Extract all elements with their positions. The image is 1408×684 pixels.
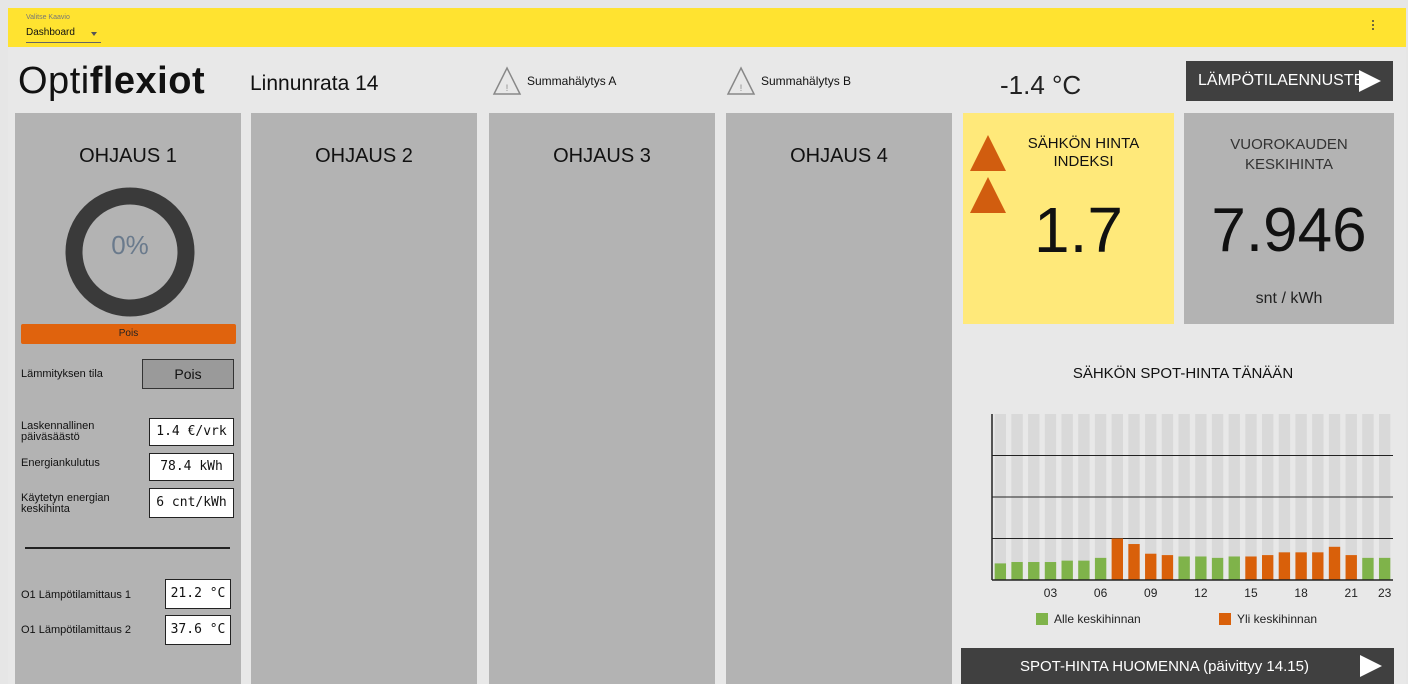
chart-bar	[1028, 562, 1040, 580]
heating-mode-label: Lämmityksen tila	[21, 368, 103, 380]
energy-value: 78.4 kWh	[149, 453, 234, 481]
legend-above-label: Yli keskihinnan	[1237, 612, 1318, 626]
price-index-tile: SÄHKÖN HINTA INDEKSI 1.7	[963, 113, 1174, 324]
chart-tick-label: 12	[1194, 586, 1208, 600]
daily-average-title: VUOROKAUDEN KESKIHINTA	[1230, 136, 1348, 173]
control-panel-4: OHJAUS 4	[726, 113, 952, 684]
daily-average-tile: VUOROKAUDEN KESKIHINTA 7.946 snt / kWh	[1184, 113, 1394, 324]
site-address: Linnunrata 14	[250, 72, 379, 95]
temperature-forecast-button[interactable]: LÄMPÖTILAENNUSTE	[1186, 61, 1393, 101]
heating-mode-button[interactable]: Pois	[142, 359, 234, 389]
chart-tick-label: 18	[1294, 586, 1308, 600]
legend-above-swatch	[1219, 613, 1231, 625]
chart-title: SÄHKÖN SPOT-HINTA TÄNÄÄN	[1072, 365, 1294, 382]
power-gauge: 0%	[65, 187, 195, 317]
chart-tick-label: 21	[1345, 586, 1359, 600]
chart-bar	[1145, 553, 1157, 580]
alarm-b-label: Summahälytys B	[761, 74, 852, 88]
chart-tick-label: 06	[1094, 586, 1108, 600]
control-title: OHJAUS 2	[315, 145, 413, 167]
temp-sensor-2-label: O1 Lämpötilamittaus 2	[21, 624, 132, 636]
divider	[25, 547, 230, 549]
chart-bar	[1228, 556, 1240, 580]
more-menu-icon[interactable]	[1370, 20, 1376, 34]
chart-bar	[1044, 562, 1057, 580]
play-arrow-icon	[1359, 70, 1381, 92]
chart-bar	[1078, 560, 1090, 580]
chart-bar	[1011, 562, 1023, 580]
svg-text:!: !	[740, 83, 743, 93]
chart-bar	[1328, 546, 1341, 580]
avg-energy-price-value: 6 cnt/kWh	[149, 488, 234, 518]
control-panel-2: OHJAUS 2	[251, 113, 477, 684]
price-index-title: SÄHKÖN HINTA INDEKSI	[1027, 135, 1140, 170]
chart-tick-label: 15	[1244, 586, 1258, 600]
chart-bar	[1245, 556, 1257, 580]
chart-bar	[994, 563, 1007, 580]
control-title: OHJAUS 3	[553, 145, 651, 167]
legend-below-label: Alle keskihinnan	[1054, 612, 1141, 626]
play-arrow-icon	[1360, 655, 1382, 677]
chart-bar	[1312, 552, 1324, 580]
chart-selector-dropdown[interactable]: Dashboard	[26, 26, 101, 43]
chart-bar	[1378, 557, 1391, 580]
gauge-value: 0%	[111, 230, 149, 260]
alarm-a: ! Summahälytys A	[492, 66, 616, 96]
legend-below-swatch	[1036, 613, 1048, 625]
chart-bar	[1295, 552, 1307, 580]
spot-button-label: SPOT-HINTA HUOMENNA (päivittyy 14.15)	[1020, 657, 1309, 675]
chart-bar	[1211, 557, 1224, 580]
energy-label: Energiankulutus	[21, 457, 100, 469]
chart-bar	[1195, 556, 1207, 580]
control-title: OHJAUS 4	[790, 145, 888, 167]
spot-price-chart: 03 06 09 12 15 18 21 23	[991, 414, 1393, 600]
chart-tick-label: 09	[1144, 586, 1158, 600]
outdoor-temperature: -1.4 °C	[1000, 70, 1082, 100]
alarm-a-label: Summahälytys A	[527, 74, 617, 88]
chart-tick-label: 03	[1044, 586, 1058, 600]
legend-below: Alle keskihinnan	[1036, 612, 1141, 626]
avg-energy-price-label: Käytetyn energian keskihinta	[21, 492, 110, 515]
status-badge: Pois	[21, 324, 236, 344]
control-title: OHJAUS 1	[79, 145, 177, 167]
chart-selector-label: Valitse Kaavio	[26, 14, 70, 21]
legend-above: Yli keskihinnan	[1219, 612, 1317, 626]
temp-sensor-2-value: 37.6 °C	[165, 615, 231, 645]
chart-bar	[1362, 557, 1374, 580]
chart-bar	[1094, 557, 1107, 580]
svg-text:!: !	[506, 83, 509, 93]
dashboard-frame: Valitse Kaavio Dashboard Optiflexiot Lin…	[8, 8, 1406, 684]
daily-average-value: 7.946	[1211, 196, 1367, 265]
chart-selector-value: Dashboard	[26, 27, 75, 38]
control-panel-1: OHJAUS 1 0% Pois Lämmityksen tila Pois L…	[15, 113, 241, 684]
chart-bar	[1262, 555, 1274, 580]
chart-bar	[1278, 552, 1291, 580]
temp-sensor-1-value: 21.2 °C	[165, 579, 231, 609]
app-logo: Optiflexiot	[18, 60, 206, 102]
control-panel-3: OHJAUS 3	[489, 113, 715, 684]
chart-bar	[1111, 538, 1123, 580]
warning-icon: !	[726, 66, 756, 95]
chevron-down-icon	[91, 32, 97, 36]
chart-bar	[1061, 560, 1073, 580]
daily-average-unit: snt / kWh	[1255, 290, 1323, 307]
savings-label: Laskennallinen päiväsäästö	[21, 420, 95, 443]
alarm-b: ! Summahälytys B	[726, 66, 851, 96]
top-bar: Valitse Kaavio Dashboard	[8, 8, 1406, 47]
warning-icon: !	[492, 66, 522, 95]
chart-bar	[1128, 544, 1140, 580]
chart-tick-label: 23	[1378, 586, 1392, 600]
chart-bar	[1178, 556, 1190, 580]
chart-bar	[1345, 555, 1357, 580]
chart-bar	[1161, 555, 1174, 580]
price-index-value: 1.7	[1034, 194, 1123, 266]
savings-value: 1.4 €/vrk	[149, 418, 234, 446]
temp-sensor-1-label: O1 Lämpötilamittaus 1	[21, 589, 132, 601]
spot-price-tomorrow-button[interactable]: SPOT-HINTA HUOMENNA (päivittyy 14.15)	[961, 648, 1394, 684]
forecast-button-label: LÄMPÖTILAENNUSTE	[1198, 72, 1365, 89]
